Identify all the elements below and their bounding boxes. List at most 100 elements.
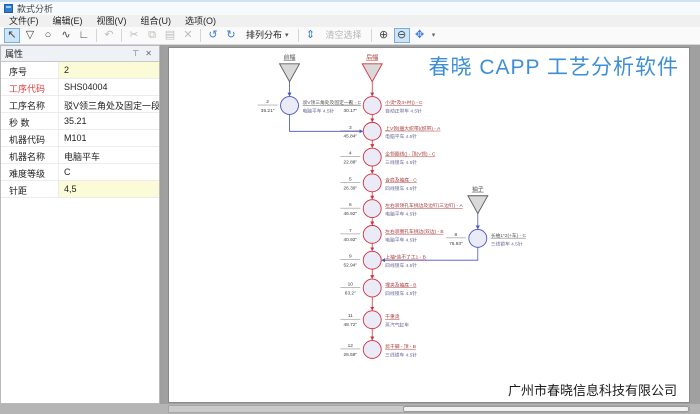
svg-text:左右驳领孔车挑边及边钉(三边钉) - A: 左右驳领孔车挑边及边钉(三边钉) - A (385, 202, 463, 209)
menu-item-edit[interactable]: 编辑(E) (46, 15, 90, 27)
rotate-right-button[interactable]: ↻ (223, 28, 239, 43)
prop-seq-label: 序号 (1, 62, 59, 78)
watermark-title: 春晓 CAPP 工艺分析软件 (429, 51, 679, 81)
prop-stitch-pitch-label: 针距 (1, 181, 59, 197)
toolbar-separator (121, 29, 122, 42)
arrange-dropdown[interactable]: 排列分布▾ (241, 28, 294, 43)
prop-seconds-value[interactable]: 35.21 (59, 113, 159, 129)
toolbar-separator (200, 29, 201, 42)
process-diagram[interactable]: 前幅后幅袖子130.17"小烫*及3+衬() - C自动正带车 4.5针235.… (169, 48, 689, 402)
svg-text:46.92": 46.92" (343, 211, 357, 217)
svg-text:自动正带车 4.5针: 自动正带车 4.5针 (385, 107, 422, 114)
process-node-5[interactable]: 526.39"合肩及袖底 - C四线锁车 4.5针 (340, 174, 417, 192)
svg-text:4: 4 (349, 151, 352, 157)
menubar: 文件(F)编辑(E)视图(V)组合(U)选项(O) (0, 15, 700, 27)
svg-text:电脑平车 4.5针: 电脑平车 4.5针 (385, 236, 417, 243)
delete-button: ✕ (180, 28, 196, 43)
menu-item-options[interactable]: 选项(O) (178, 15, 223, 27)
svg-text:袖子: 袖子 (472, 185, 484, 193)
toolbar-separator (298, 29, 299, 42)
prop-machine-code-value[interactable]: M101 (59, 130, 159, 146)
rotate-left-button[interactable]: ↺ (205, 28, 221, 43)
process-node-10[interactable]: 1063.2"埋夹及袖底 - B四线锁车 4.5针 (340, 279, 417, 297)
svg-text:11: 11 (348, 313, 353, 319)
prop-process-name-label: 工序名称 (1, 96, 59, 112)
svg-text:三线锁车 4.5针: 三线锁车 4.5针 (385, 159, 417, 166)
process-node-12[interactable]: 1226.59"剪干脚 - 顶 - B三线锁车 4.5针 (340, 341, 417, 359)
property-row-prop-seconds: 秒 数35.21 (1, 113, 159, 130)
close-icon[interactable]: ✕ (142, 49, 155, 58)
prop-machine-name-value[interactable]: 电脑平车 (59, 147, 159, 163)
property-row-prop-machine-code: 机器代码M101 (1, 130, 159, 147)
toolbar-overflow[interactable]: ▾ (430, 28, 438, 43)
zoom-out-button[interactable]: ⊖ (394, 28, 410, 43)
prop-process-code-label: 工序代码 (1, 79, 59, 95)
svg-text:驳V领三角处及固定一段 - C: 驳V领三角处及固定一段 - C (302, 99, 361, 106)
process-node-6[interactable]: 646.92"左右驳领孔车挑边及边钉(三边钉) - A电脑平车 4.5针 (340, 200, 463, 218)
paste-button: ▤ (162, 28, 178, 43)
prop-process-code-value[interactable]: SHS04004 (59, 79, 159, 95)
process-node-11[interactable]: 1148.72"干重烫蒸汽气缸车 (340, 311, 409, 329)
svg-text:26.39": 26.39" (343, 185, 357, 191)
undo-button: ↶ (101, 28, 117, 43)
scrollbar-thumb[interactable] (403, 406, 689, 412)
prop-seq-value[interactable]: 2 (59, 62, 159, 78)
svg-text:电脑平车 4.5针: 电脑平车 4.5针 (302, 107, 334, 114)
svg-text:三线锁车 4.5针: 三线锁车 4.5针 (385, 351, 417, 358)
svg-text:76.93": 76.93" (449, 241, 463, 247)
svg-text:6: 6 (349, 202, 352, 208)
prop-stitch-pitch-value[interactable]: 4,5 (59, 181, 159, 197)
svg-text:剪干脚 - 顶 - B: 剪干脚 - 顶 - B (385, 343, 416, 350)
menu-item-file[interactable]: 文件(F) (2, 15, 46, 27)
svg-text:35.21": 35.21" (261, 108, 275, 114)
svg-text:电脑平车 4.5针: 电脑平车 4.5针 (385, 133, 417, 140)
svg-text:45.84": 45.84" (343, 134, 357, 140)
svg-text:40.92": 40.92" (343, 237, 357, 243)
process-node-8[interactable]: 876.93"长袖1*2(+车) - C三线锁车 4.5针 (446, 229, 527, 247)
group-front-panel[interactable]: 前幅 (280, 53, 300, 82)
menu-item-combine[interactable]: 组合(U) (134, 15, 179, 27)
property-row-prop-seq: 序号2 (1, 62, 159, 79)
menu-item-view[interactable]: 视图(V) (90, 15, 134, 27)
properties-panel: 属性 ⊤ ✕ 序号2工序代码SHS04004工序名称驳V领三角处及固定一段秒 数… (0, 45, 160, 404)
svg-text:前幅: 前幅 (284, 53, 296, 61)
svg-text:企领圈线() - 顶(V领) - C: 企领圈线() - 顶(V领) - C (385, 151, 436, 158)
clear-selection-button: 清空选择 (321, 28, 367, 43)
svg-text:左右驳圈孔车挑边(双边) - B: 左右驳圈孔车挑边(双边) - B (385, 228, 443, 235)
process-node-4[interactable]: 422.88"企领圈线() - 顶(V领) - C三线锁车 4.5针 (340, 148, 436, 166)
svg-text:63.2": 63.2" (345, 290, 356, 296)
svg-text:上袖*装不了工1 - B: 上袖*装不了工1 - B (385, 254, 426, 261)
elbow-connector-tool[interactable]: ∟ (76, 28, 92, 43)
svg-text:四线锁车 4.5针: 四线锁车 4.5针 (385, 185, 417, 192)
property-row-prop-stitch-pitch: 针距4,5 (1, 181, 159, 198)
properties-panel-header: 属性 ⊤ ✕ (1, 46, 159, 62)
property-row-prop-difficulty: 难度等级C (1, 164, 159, 181)
prop-machine-code-label: 机器代码 (1, 130, 59, 146)
process-node-7[interactable]: 7 40.92" 左右驳圈孔车挑边(双边) - B电脑平车 4.5针 (340, 225, 443, 243)
workspace: 春晓 CAPP 工艺分析软件 前幅后幅袖子130.17"小烫*及3+衬() - … (163, 45, 700, 404)
prop-difficulty-value[interactable]: C (59, 164, 159, 180)
svg-text:小烫*及3+衬() - C: 小烫*及3+衬() - C (385, 99, 423, 106)
svg-text:52.94": 52.94" (343, 263, 357, 269)
svg-text:9: 9 (349, 254, 352, 260)
group-sleeve[interactable]: 袖子 (468, 185, 488, 214)
diagram-canvas[interactable]: 春晓 CAPP 工艺分析软件 前幅后幅袖子130.17"小烫*及3+衬() - … (168, 47, 690, 403)
group-back-panel[interactable]: 后幅 (362, 53, 382, 82)
curve-tool[interactable]: ∿ (58, 28, 74, 43)
property-grid: 序号2工序代码SHS04004工序名称驳V领三角处及固定一段秒 数35.21机器… (1, 62, 159, 403)
prop-process-name-value[interactable]: 驳V领三角处及固定一段 (59, 96, 159, 112)
window-title: 款式分析 (17, 2, 53, 15)
pan-button[interactable]: ✥ (412, 28, 428, 43)
svg-text:三线锁车 4.5针: 三线锁车 4.5针 (491, 240, 523, 247)
svg-text:四线锁车 4.5针: 四线锁车 4.5针 (385, 262, 417, 269)
distribute-button[interactable]: ⇕ (303, 28, 319, 43)
pin-icon[interactable]: ⊤ (129, 49, 142, 58)
select-tool[interactable]: ↖ (4, 28, 20, 43)
horizontal-scrollbar[interactable] (168, 405, 690, 413)
property-row-prop-process-name: 工序名称驳V领三角处及固定一段 (1, 96, 159, 113)
main-area: 属性 ⊤ ✕ 序号2工序代码SHS04004工序名称驳V领三角处及固定一段秒 数… (0, 45, 700, 404)
ellipse-tool[interactable]: ○ (40, 28, 56, 43)
svg-text:7: 7 (349, 228, 352, 234)
zoom-in-button[interactable]: ⊕ (376, 28, 392, 43)
triangle-tool[interactable]: ▽ (22, 28, 38, 43)
